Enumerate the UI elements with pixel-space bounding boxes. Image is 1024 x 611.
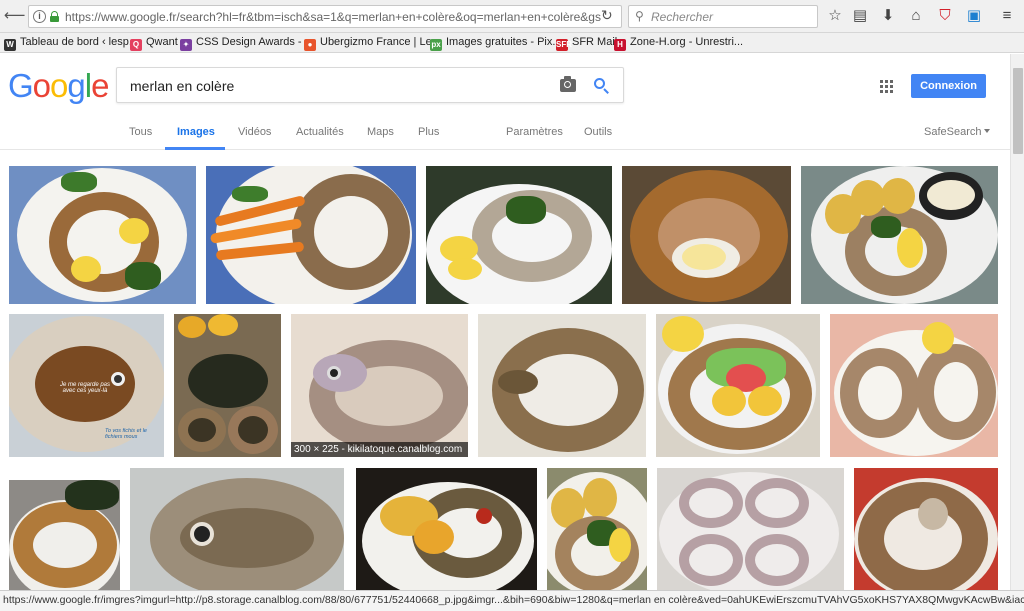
back-arrow-icon[interactable]: ⟵ [4,6,26,26]
menu-icon[interactable]: ≡ [998,7,1016,25]
bookmark-favicon-icon: Q [130,39,142,51]
logo-letter: o [50,67,68,104]
bookmark-label: Qwant [146,36,178,48]
reload-icon[interactable]: ↻ [601,7,613,24]
image-result[interactable] [206,166,416,304]
bookmark-favicon-icon: H [614,39,626,51]
tab-maps[interactable]: Maps [367,126,394,138]
bookmark-star-icon[interactable]: ☆ [826,7,844,25]
image-result[interactable] [426,166,612,304]
image-hover-caption: 300 × 225 - kikilatoque.canalblog.com [291,442,468,457]
tab-more[interactable]: Plus [418,126,439,138]
bookmark-item[interactable]: Q Qwant [130,36,178,51]
tab-all[interactable]: Tous [129,126,152,138]
google-header: Google merlan en colère Connexion Tous I… [0,54,1010,150]
image-result[interactable] [657,468,844,591]
image-results-grid: Je me regarde pas avec ces yeux-là To vo… [0,150,1010,591]
status-bar: https://www.google.fr/imgres?imgurl=http… [0,590,1024,611]
logo-letter: e [91,67,109,104]
extension-icon[interactable]: ▣ [965,7,983,25]
bookmark-favicon-icon: px [430,39,442,51]
bookmark-item[interactable]: SFRSFR Mail [556,36,617,51]
camera-icon[interactable] [560,76,576,92]
logo-letter: G [8,67,34,104]
browser-toolbar: ⟵ i https://www.google.fr/search?hl=fr&t… [0,0,1024,33]
bookmark-label: Tableau de bord ‹ lesp... [20,36,139,48]
tab-images[interactable]: Images [177,126,215,138]
bookmark-label: Images gratuites - Pix... [446,36,562,48]
browser-search-box[interactable]: ⚲ Rechercher [628,5,818,28]
bookmark-item[interactable]: H Zone-H.org - Unrestri... [614,36,743,51]
image-result[interactable] [801,166,998,304]
bookmark-label: CSS Design Awards - ... [196,36,314,48]
shield-icon[interactable]: ⛉ [936,7,954,25]
tab-tools[interactable]: Outils [584,126,612,138]
image-result[interactable] [478,314,646,457]
bookmarks-bar: W Tableau de bord ‹ lesp... Q Qwant ✦ CSS Des… [0,33,1024,53]
bookmark-item[interactable]: ● Ubergizmo France | Le... [304,36,441,51]
image-result[interactable] [9,166,196,304]
info-icon[interactable]: i [33,10,46,23]
search-icon: ⚲ [635,9,644,23]
lock-icon [50,11,59,22]
download-icon[interactable]: ⬇ [879,7,897,25]
image-result[interactable] [547,468,647,591]
bookmark-label: SFR Mail [572,36,618,48]
bookmark-item[interactable]: W Tableau de bord ‹ lesp... [4,36,138,51]
image-result[interactable]: Je me regarde pas avec ces yeux-là To vo… [9,314,164,457]
bookmark-label: Zone-H.org - Unrestri... [630,36,744,48]
image-result[interactable] [9,480,120,591]
page-scrollbar[interactable] [1010,54,1024,590]
logo-letter: o [32,67,51,104]
safesearch-dropdown[interactable]: SafeSearch [924,126,990,138]
home-icon[interactable]: ⌂ [907,7,925,25]
bookmark-favicon-icon: ● [304,39,316,51]
bookmark-favicon-icon: W [4,39,16,51]
apps-grid-icon[interactable] [880,80,894,94]
image-result[interactable] [622,166,791,304]
bookmark-label: Ubergizmo France | Le... [320,36,441,48]
scrollbar-thumb[interactable] [1013,68,1023,154]
browser-search-placeholder: Rechercher [651,10,714,24]
tab-settings[interactable]: Paramètres [506,126,563,138]
url-text[interactable]: https://www.google.fr/search?hl=fr&tbm=i… [65,10,605,24]
bookmark-item[interactable]: px Images gratuites - Pix... [430,36,562,51]
signin-button[interactable]: Connexion [911,74,986,98]
image-result[interactable] [854,468,998,591]
bookmark-item[interactable]: ✦ CSS Design Awards - ... [180,36,314,51]
search-button-icon[interactable] [593,77,611,95]
image-result[interactable] [656,314,820,457]
google-logo[interactable]: Google [8,67,109,105]
image-result[interactable] [356,468,537,591]
tab-videos[interactable]: Vidéos [238,126,271,138]
bookmark-favicon-icon: SFR [556,39,572,51]
image-result[interactable] [174,314,281,457]
bookmark-favicon-icon: ✦ [180,39,192,51]
address-bar[interactable]: i https://www.google.fr/search?hl=fr&tbm… [28,5,622,28]
search-tabs: Tous Images Vidéos Actualités Maps Plus … [0,124,1010,150]
logo-letter: g [67,67,85,104]
image-result[interactable] [830,314,998,457]
image-result[interactable] [130,468,344,591]
image-result[interactable]: 300 × 225 - kikilatoque.canalblog.com [291,314,468,457]
reading-list-icon[interactable]: ▤ [851,7,869,25]
tab-news[interactable]: Actualités [296,126,344,138]
search-input[interactable]: merlan en colère [116,67,624,103]
search-query[interactable]: merlan en colère [130,78,234,94]
